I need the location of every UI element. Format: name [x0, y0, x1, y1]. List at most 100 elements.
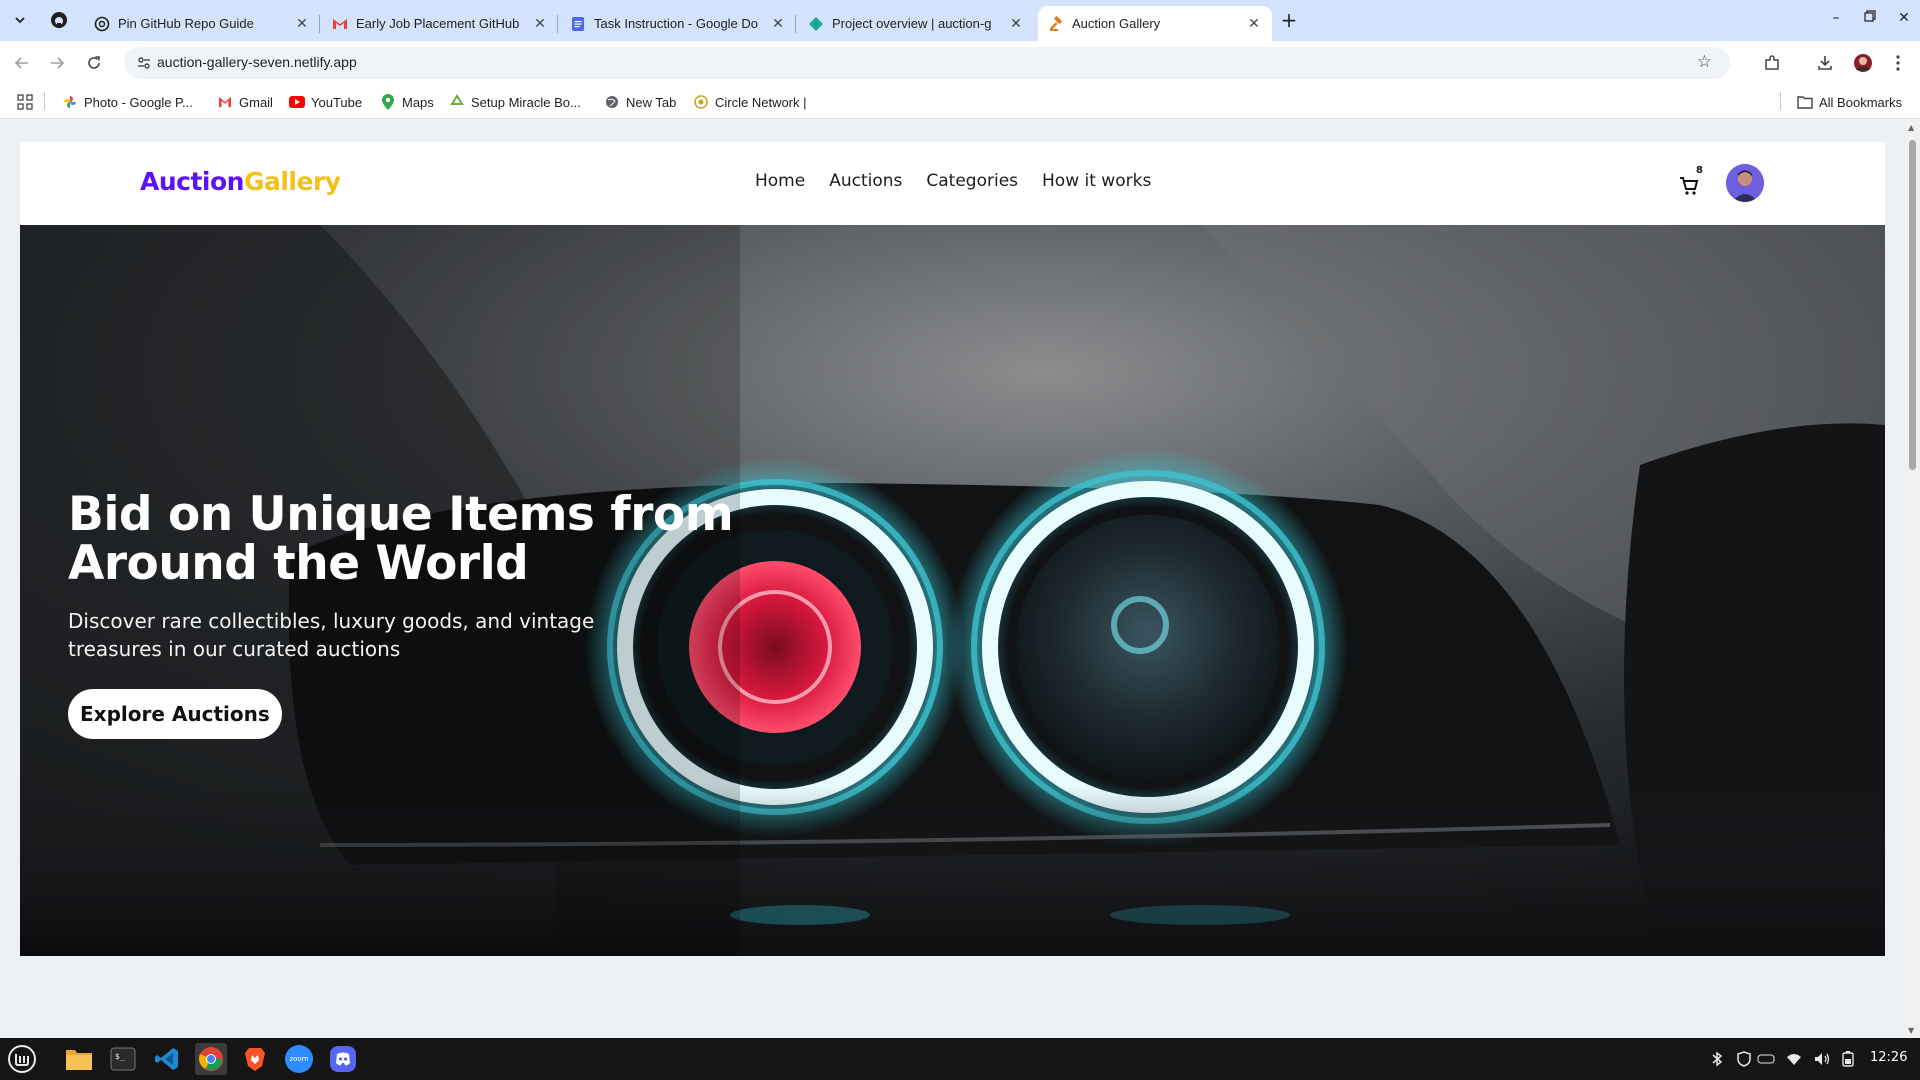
address-bar[interactable]: auction-gallery-seven.netlify.app ☆: [124, 47, 1730, 79]
tab-search-button[interactable]: [8, 8, 32, 32]
bookmark-photos[interactable]: Photo - Google P...: [62, 93, 193, 111]
extensions-icon[interactable]: [1760, 51, 1784, 75]
google-photos-icon: [62, 94, 78, 110]
bookmark-gmail[interactable]: Gmail: [217, 93, 273, 111]
hero-subtitle: Discover rare collectibles, luxury goods…: [68, 609, 595, 661]
bookmark-star-icon[interactable]: ☆: [1697, 52, 1712, 72]
bookmarks-bar: Photo - Google P... Gmail YouTube Maps S…: [0, 85, 1920, 119]
bookmark-new-tab[interactable]: New Tab: [604, 93, 676, 111]
scrollbar-thumb[interactable]: [1909, 140, 1916, 470]
chatgpt-icon: [94, 16, 110, 32]
tab-2[interactable]: Early Job Placement GitHub ✕: [322, 6, 558, 41]
zoom-icon[interactable]: zoom: [283, 1043, 315, 1075]
minimize-icon[interactable]: –: [1826, 10, 1846, 30]
site-info-icon[interactable]: [136, 55, 152, 71]
tab-title: Project overview | auction-g: [832, 16, 992, 31]
site-header: AuctionGallery Home Auctions Categories …: [20, 142, 1885, 225]
menu-icon[interactable]: [1886, 51, 1910, 75]
terminal-icon[interactable]: $_: [107, 1043, 139, 1075]
tab-1[interactable]: Pin GitHub Repo Guide ✕: [84, 6, 320, 41]
nav-how-it-works[interactable]: How it works: [1042, 171, 1151, 191]
profile-avatar-icon[interactable]: [1851, 51, 1875, 75]
bookmark-label: Maps: [402, 94, 434, 110]
bookmark-circle-network[interactable]: Circle Network |: [693, 93, 807, 111]
tab-title: Task Instruction - Google Do: [594, 16, 759, 31]
bluetooth-tray-icon[interactable]: [1707, 1049, 1727, 1069]
bookmark-label: Circle Network |: [715, 94, 807, 110]
back-icon[interactable]: [10, 51, 34, 75]
tab-strip: Pin GitHub Repo Guide ✕ Early Job Placem…: [0, 0, 1920, 41]
nav-home[interactable]: Home: [755, 171, 805, 191]
cart-button[interactable]: [1678, 170, 1708, 200]
system-clock: 12:26: [1870, 1050, 1908, 1065]
close-icon[interactable]: ✕: [1008, 16, 1024, 32]
logo-part-gallery: Gallery: [243, 167, 341, 196]
files-icon[interactable]: [63, 1043, 95, 1075]
os-taskbar: $_ zoom 12:26: [0, 1038, 1920, 1080]
gmail-icon: [332, 16, 348, 32]
linux-mint-icon: [8, 1045, 36, 1073]
reload-icon[interactable]: [82, 51, 106, 75]
battery-tray-icon[interactable]: [1838, 1049, 1858, 1069]
bookmark-label: YouTube: [311, 94, 363, 110]
bookmark-label: New Tab: [626, 94, 677, 110]
browser-toolbar: auction-gallery-seven.netlify.app ☆: [0, 41, 1920, 85]
site-logo[interactable]: AuctionGallery: [140, 167, 341, 196]
close-icon[interactable]: ✕: [532, 16, 548, 32]
nav-auctions[interactable]: Auctions: [829, 171, 902, 191]
gmail-icon: [217, 94, 233, 110]
nav-categories[interactable]: Categories: [926, 171, 1018, 191]
start-menu-button[interactable]: [6, 1043, 38, 1075]
apps-grid-icon[interactable]: [17, 93, 33, 111]
url-text: auction-gallery-seven.netlify.app: [157, 54, 357, 70]
scroll-up-icon[interactable]: ▲: [1908, 123, 1914, 132]
hero-banner: Bid on Unique Items from Around the Worl…: [20, 225, 1885, 956]
brave-icon[interactable]: [239, 1043, 271, 1075]
gavel-icon: [1048, 15, 1064, 32]
zoom-label: zoom: [289, 1055, 309, 1063]
page-scrollbar[interactable]: ▲ ▼: [1905, 120, 1920, 1038]
user-avatar[interactable]: [1726, 164, 1764, 202]
shield-tray-icon[interactable]: [1734, 1049, 1754, 1069]
bookmark-label: All Bookmarks: [1819, 94, 1903, 110]
tab-title: Auction Gallery: [1072, 16, 1161, 31]
main-nav: Home Auctions Categories How it works: [755, 171, 1175, 191]
bookmark-setup-miracle[interactable]: Setup Miracle Bo...: [449, 93, 581, 111]
wifi-tray-icon[interactable]: [1784, 1049, 1804, 1069]
tab-title: Early Job Placement GitHub: [356, 16, 520, 31]
close-icon[interactable]: ✕: [1246, 16, 1262, 32]
close-icon[interactable]: ✕: [294, 16, 310, 32]
restore-icon[interactable]: [1860, 10, 1880, 30]
bookmark-label: Photo - Google P...: [84, 94, 193, 110]
close-icon[interactable]: ✕: [770, 16, 786, 32]
bookmark-divider: [1780, 92, 1781, 110]
page-viewport: AuctionGallery Home Auctions Categories …: [0, 120, 1920, 1038]
tab-5-active[interactable]: Auction Gallery ✕: [1038, 6, 1272, 41]
cart-count-badge: 8: [1696, 165, 1703, 176]
globe-icon: [604, 94, 620, 110]
circle-network-icon: [693, 94, 709, 110]
forward-icon[interactable]: [45, 51, 69, 75]
close-window-icon[interactable]: ✕: [1894, 10, 1914, 30]
vpn-tray-icon[interactable]: [1756, 1049, 1776, 1069]
tab-4[interactable]: Project overview | auction-g ✕: [798, 6, 1034, 41]
bookmark-youtube[interactable]: YouTube: [289, 93, 362, 111]
download-icon[interactable]: [1813, 51, 1837, 75]
github-icon: [51, 12, 67, 28]
discord-icon[interactable]: [327, 1043, 359, 1075]
tab-3[interactable]: Task Instruction - Google Do ✕: [560, 6, 796, 41]
bookmark-maps[interactable]: Maps: [380, 93, 434, 111]
new-tab-button[interactable]: +: [1278, 10, 1300, 32]
recycle-icon: [449, 94, 465, 110]
chrome-icon[interactable]: [195, 1043, 227, 1075]
all-bookmarks[interactable]: All Bookmarks: [1797, 93, 1902, 111]
scroll-down-icon[interactable]: ▼: [1908, 1026, 1914, 1035]
volume-tray-icon[interactable]: [1812, 1049, 1832, 1069]
vscode-icon[interactable]: [151, 1043, 183, 1075]
bookmark-label: Setup Miracle Bo...: [471, 94, 581, 110]
tab-title: Pin GitHub Repo Guide: [118, 16, 254, 31]
pinned-tab-github[interactable]: [48, 9, 70, 31]
netlify-icon: [808, 16, 824, 32]
folder-icon: [1797, 94, 1813, 110]
explore-auctions-button[interactable]: Explore Auctions: [68, 689, 282, 739]
